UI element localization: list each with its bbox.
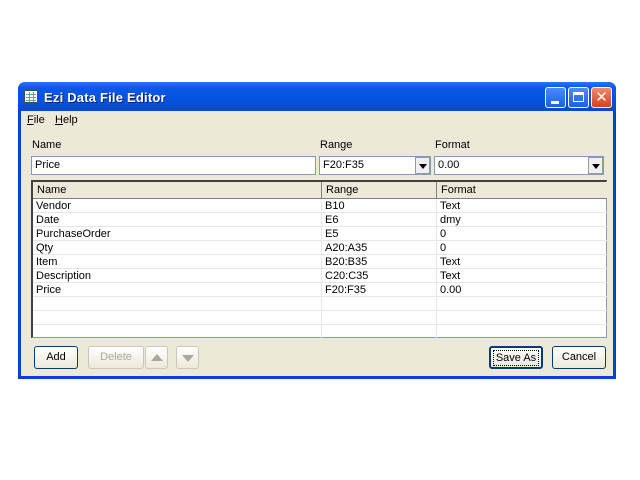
cell-name[interactable] [33, 311, 322, 325]
menu-help-mnemonic: H [55, 114, 63, 126]
column-header-range[interactable]: Range [322, 182, 437, 199]
cell-format[interactable]: 0.00 [437, 283, 607, 297]
cell-format[interactable]: 0 [437, 227, 607, 241]
menu-bar: File Help [21, 111, 613, 131]
table-row[interactable]: Date E6 dmy [33, 213, 607, 227]
cell-name[interactable]: Vendor [33, 199, 322, 213]
cell-range[interactable]: C20:C35 [322, 269, 437, 283]
cell-name[interactable]: Qty [33, 241, 322, 255]
delete-button[interactable]: Delete [88, 346, 144, 369]
cell-range[interactable] [322, 297, 437, 311]
cell-name[interactable]: Item [33, 255, 322, 269]
cell-range[interactable]: A20:A35 [322, 241, 437, 255]
cell-name[interactable]: Description [33, 269, 322, 283]
table-row[interactable]: Price F20:F35 0.00 [33, 283, 607, 297]
cell-range[interactable] [322, 311, 437, 325]
format-select[interactable]: 0.00 [434, 156, 604, 175]
cell-name[interactable] [33, 297, 322, 311]
window-title: Ezi Data File Editor [44, 90, 166, 105]
cell-name[interactable]: Price [33, 283, 322, 297]
format-select-value: 0.00 [438, 159, 460, 171]
table-row[interactable]: PurchaseOrder E5 0 [33, 227, 607, 241]
table-header: Name Range Format [33, 182, 607, 199]
column-header-format[interactable]: Format [437, 182, 607, 199]
fields-table[interactable]: Name Range Format Vendor B10 Text Date E… [31, 180, 607, 339]
cell-format[interactable]: dmy [437, 213, 607, 227]
cell-range[interactable]: F20:F35 [322, 283, 437, 297]
menu-file-label: ile [33, 114, 45, 126]
cell-range[interactable]: E6 [322, 213, 437, 227]
column-header-name[interactable]: Name [33, 182, 322, 199]
name-label: Name [32, 139, 62, 151]
cell-range[interactable]: E5 [322, 227, 437, 241]
chevron-down-icon[interactable] [415, 157, 430, 174]
cell-range[interactable]: B10 [322, 199, 437, 213]
chevron-down-icon[interactable] [588, 157, 603, 174]
table-row[interactable]: Vendor B10 Text [33, 199, 607, 213]
dialog-body: File Help Name Range Format Price F20:F3… [21, 111, 613, 376]
range-label: Range [320, 139, 353, 151]
cell-range[interactable]: B20:B35 [322, 255, 437, 269]
minimize-button[interactable] [545, 87, 566, 108]
cell-name[interactable] [33, 325, 322, 339]
maximize-button[interactable] [568, 87, 589, 108]
close-button[interactable]: ✕ [591, 87, 612, 108]
range-select[interactable]: F20:F35 [319, 156, 431, 175]
move-up-icon [151, 354, 163, 361]
cell-format[interactable] [437, 297, 607, 311]
table-row[interactable]: Qty A20:A35 0 [33, 241, 607, 255]
title-bar[interactable]: Ezi Data File Editor ✕ [18, 82, 616, 111]
cancel-button[interactable]: Cancel [552, 346, 606, 369]
name-input[interactable]: Price [31, 156, 316, 175]
menu-help-label: elp [62, 114, 78, 126]
move-down-button[interactable] [176, 346, 199, 369]
save-as-label: Save As [492, 350, 540, 366]
table-row[interactable] [33, 311, 607, 325]
cell-format[interactable]: Text [437, 269, 607, 283]
cell-format[interactable]: Text [437, 199, 607, 213]
menu-help[interactable]: Help [55, 114, 78, 126]
menu-file[interactable]: File [27, 114, 45, 126]
range-select-value: F20:F35 [323, 159, 364, 171]
format-label: Format [435, 139, 470, 151]
cell-name[interactable]: PurchaseOrder [33, 227, 322, 241]
table-row[interactable] [33, 325, 607, 339]
table-row[interactable]: Item B20:B35 Text [33, 255, 607, 269]
cell-name[interactable]: Date [33, 213, 322, 227]
cell-format[interactable] [437, 311, 607, 325]
cell-format[interactable] [437, 325, 607, 339]
close-icon: ✕ [595, 89, 608, 106]
save-as-button[interactable]: Save As [489, 346, 543, 369]
move-down-icon [182, 355, 194, 362]
add-button[interactable]: Add [34, 346, 78, 369]
table-row[interactable]: Description C20:C35 Text [33, 269, 607, 283]
app-grid-icon [24, 90, 38, 103]
app-window: Ezi Data File Editor ✕ File Help Name Ra… [18, 82, 616, 379]
menu-file-mnemonic: F [27, 114, 34, 126]
table-row[interactable] [33, 297, 607, 311]
cell-format[interactable]: 0 [437, 241, 607, 255]
move-up-button[interactable] [145, 346, 168, 369]
cell-format[interactable]: Text [437, 255, 607, 269]
cell-range[interactable] [322, 325, 437, 339]
